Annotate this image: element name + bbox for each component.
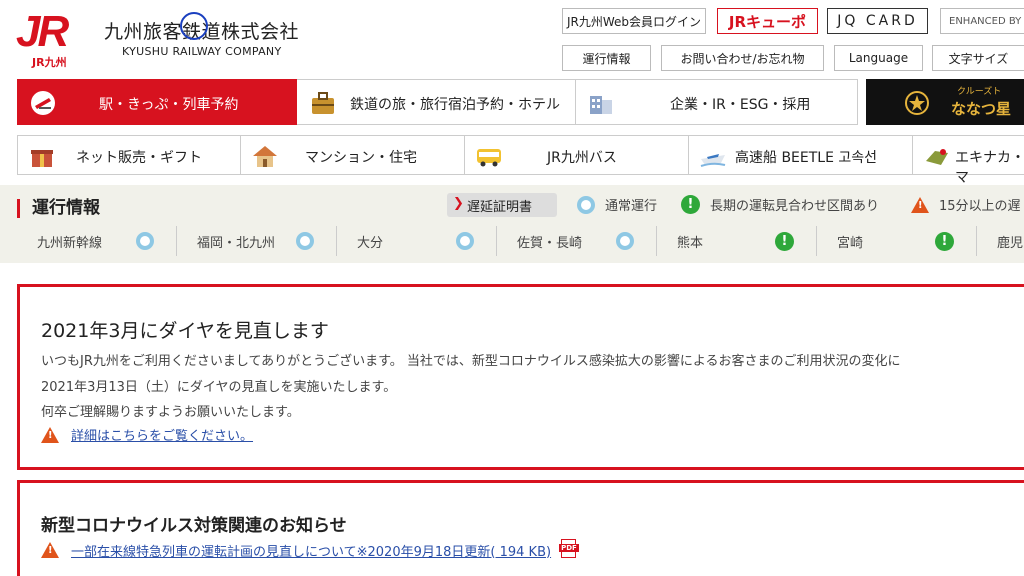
- normal-status-icon: [456, 232, 474, 250]
- company-name-en: KYUSHU RAILWAY COMPANY: [122, 45, 282, 58]
- inquiry-button[interactable]: お問い合わせ/お忘れ物: [661, 45, 824, 71]
- normal-status-icon: [616, 232, 634, 250]
- language-button[interactable]: Language: [834, 45, 923, 71]
- region-name: 鹿児: [997, 236, 1024, 251]
- nav-label: エキナカ・マ: [955, 150, 1024, 186]
- site-header: JR JR九州 九州旅客鉄道株式会社 KYUSHU RAILWAY COMPAN…: [0, 0, 1024, 78]
- notice-timetable-revision: 2021年3月にダイヤを見直します いつもJR九州をご利用くださいましてありがと…: [17, 284, 1024, 470]
- region-miyazaki[interactable]: 宮崎 !: [817, 226, 977, 256]
- ticket-icon: [31, 91, 55, 115]
- main-navigation: 駅・きっぷ・列車予約 鉄道の旅・旅行宿泊予約・ホテル 企業・IR・ESG・採用 …: [17, 79, 1024, 125]
- normal-status-icon: [136, 232, 154, 250]
- ferry-icon: [700, 154, 726, 167]
- nav-label: ネット販売・ギフト: [76, 150, 202, 166]
- nav-jr-bus[interactable]: JR九州バス: [465, 135, 689, 175]
- sub-navigation: ネット販売・ギフト マンション・住宅 JR九州バス 高速船 BEETLE 고속선…: [17, 135, 1024, 186]
- gift-icon: [31, 150, 53, 167]
- logo-jr-mark: JR: [16, 7, 69, 56]
- notice-text: 何卒ご理解賜りますようお願いいたします。: [41, 405, 300, 420]
- office-building-icon: [590, 96, 612, 114]
- seven-stars-emblem-icon: [905, 91, 929, 115]
- region-name: 大分: [357, 236, 384, 251]
- nav-station-tickets[interactable]: 駅・きっぷ・列車予約: [17, 79, 297, 125]
- notice-title: 2021年3月にダイヤを見直します: [41, 320, 329, 342]
- jr-kyushu-logo[interactable]: JR JR九州: [16, 7, 94, 70]
- operation-info-button[interactable]: 運行情報: [562, 45, 651, 71]
- logo-sub-text: JR九州: [32, 56, 67, 69]
- notice-text: いつもJR九州をご利用くださいましてありがとうございます。 当社では、新型コロナ…: [41, 354, 901, 369]
- long-suspension-icon: !: [775, 232, 794, 251]
- region-name: 佐賀・長崎: [517, 236, 583, 251]
- nav-seven-stars[interactable]: クルーズト ななつ星: [866, 79, 1024, 125]
- pdf-icon: PDF: [559, 539, 581, 561]
- region-status-list: 九州新幹線 福岡・北九州 大分 佐賀・長崎 熊本 ! 宮崎 ! 鹿児: [17, 226, 1024, 256]
- nav-label: 高速船 BEETLE 고속선: [735, 150, 878, 166]
- operation-info-title: 運行情報: [17, 199, 100, 218]
- enhanced-by-badge: ENHANCED BY: [940, 8, 1024, 34]
- region-name: 福岡・北九州: [197, 236, 276, 251]
- warning-triangle-icon: [41, 542, 59, 558]
- normal-status-icon: [296, 232, 314, 250]
- normal-status-icon: [577, 195, 595, 214]
- suitcase-icon: [312, 92, 334, 114]
- long-suspension-icon: !: [681, 195, 700, 214]
- chevron-right-icon: ❯: [453, 196, 464, 211]
- notice-title: 新型コロナウイルス対策関連のお知らせ: [41, 516, 347, 536]
- covid-notice-link[interactable]: 一部在来線特急列車の運転計画の見直しについて※2020年9月18日更新( 194…: [41, 539, 581, 561]
- legend-normal-label: 通常運行: [605, 199, 658, 214]
- region-name: 熊本: [677, 236, 704, 251]
- nav-travel-hotel[interactable]: 鉄道の旅・旅行宿泊予約・ホテル: [297, 79, 576, 125]
- nav-label: JR九州バス: [547, 150, 617, 166]
- nav-ekinaka[interactable]: エキナカ・マ: [913, 135, 1024, 186]
- delay-certificate-label: 遅延証明書: [467, 199, 533, 215]
- notice-covid-measures: 新型コロナウイルス対策関連のお知らせ 一部在来線特急列車の運転計画の見直しについ…: [17, 480, 1024, 576]
- link-label: 一部在来線特急列車の運転計画の見直しについて※2020年9月18日更新( 194…: [71, 544, 552, 560]
- jq-card-button[interactable]: JQ CARD: [827, 8, 928, 34]
- legend-long-suspension: ! 長期の運転見合わせ区間あり: [681, 195, 879, 214]
- nav-label: 鉄道の旅・旅行宿泊予約・ホテル: [350, 97, 560, 113]
- region-name: 宮崎: [837, 236, 864, 251]
- region-kyushu-shinkansen[interactable]: 九州新幹線: [17, 226, 177, 256]
- region-kagoshima[interactable]: 鹿児: [977, 226, 1024, 256]
- warning-triangle-icon: [911, 196, 929, 213]
- nav-tag: クルーズト: [957, 87, 1002, 97]
- delay-certificate-button[interactable]: ❯ 遅延証明書: [447, 193, 557, 217]
- font-size-button[interactable]: 文字サイズ: [932, 45, 1024, 71]
- nav-label: マンション・住宅: [305, 150, 417, 166]
- house-icon: [253, 146, 277, 167]
- legend-normal: 通常運行: [577, 195, 657, 214]
- link-label: 詳細はこちらをご覧ください。: [71, 429, 254, 444]
- region-kumamoto[interactable]: 熊本 !: [657, 226, 817, 256]
- region-oita[interactable]: 大分: [337, 226, 497, 256]
- notice-detail-link[interactable]: 詳細はこちらをご覧ください。: [41, 425, 253, 444]
- legend-delay-label: 15分以上の遅: [939, 199, 1021, 214]
- jr-kyupo-button[interactable]: JRキューポ: [717, 8, 818, 34]
- nav-online-shop[interactable]: ネット販売・ギフト: [17, 135, 241, 175]
- region-fukuoka-kitakyushu[interactable]: 福岡・北九州: [177, 226, 337, 256]
- notice-text: 2021年3月13日（土）にダイヤの見直しを実施いたします。: [41, 380, 397, 395]
- region-saga-nagasaki[interactable]: 佐賀・長崎: [497, 226, 657, 256]
- bus-icon: [477, 149, 501, 167]
- warning-triangle-icon: [41, 426, 59, 443]
- nav-label: ななつ星: [951, 100, 1012, 118]
- nav-beetle-ferry[interactable]: 高速船 BEETLE 고속선: [689, 135, 913, 175]
- member-login-button[interactable]: JR九州Web会員ログイン: [562, 8, 706, 34]
- nav-label: 駅・きっぷ・列車予約: [99, 97, 239, 113]
- cursor-indicator: [180, 12, 208, 40]
- nav-label: 企業・IR・ESG・採用: [670, 97, 811, 113]
- nav-corporate-ir[interactable]: 企業・IR・ESG・採用: [576, 79, 858, 125]
- legend-long-label: 長期の運転見合わせ区間あり: [710, 199, 880, 214]
- region-name: 九州新幹線: [37, 236, 103, 251]
- legend-delay: 15分以上の遅: [911, 195, 1021, 214]
- long-suspension-icon: !: [935, 232, 954, 251]
- shopping-icon: [926, 149, 948, 165]
- nav-housing[interactable]: マンション・住宅: [241, 135, 465, 175]
